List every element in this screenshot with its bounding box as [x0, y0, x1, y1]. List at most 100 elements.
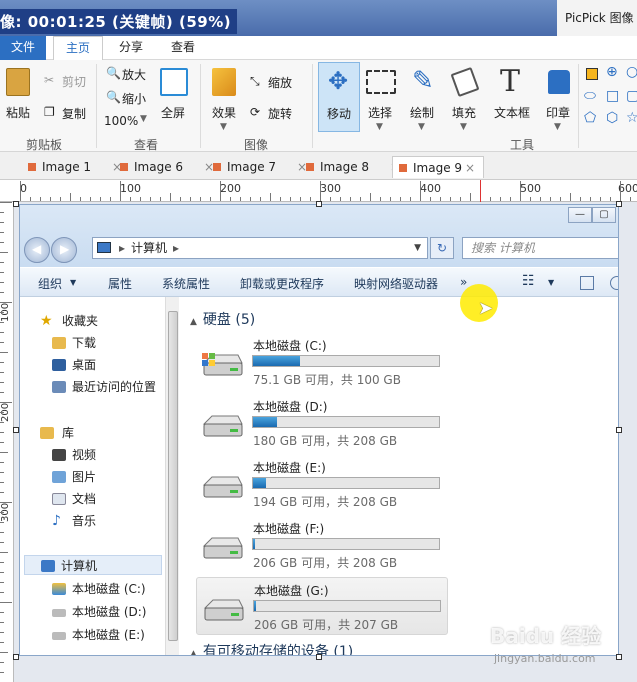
resize-handle[interactable]	[616, 654, 622, 660]
menu-home[interactable]: 主页	[53, 36, 103, 60]
preview-pane-icon[interactable]	[580, 276, 594, 290]
textbox-button[interactable]: 文本框	[494, 104, 530, 121]
more-button[interactable]: »	[460, 275, 467, 289]
nav-drive-d[interactable]: 本地磁盘 (D:)	[20, 602, 165, 622]
hard-drive-icon	[52, 632, 66, 640]
close-icon[interactable]: ×	[465, 157, 475, 179]
resize-handle[interactable]	[316, 654, 322, 660]
nav-computer[interactable]: 计算机	[24, 555, 162, 575]
organize-button[interactable]: 组织	[38, 275, 62, 292]
properties-button[interactable]: 属性	[108, 275, 132, 292]
ruler-tick	[0, 432, 4, 433]
drive-item[interactable]: 本地磁盘 (G:) 206 GB 可用，共 207 GB	[196, 577, 448, 635]
zoom-out-button[interactable]: 缩小	[122, 90, 146, 107]
resize-handle[interactable]	[316, 201, 322, 207]
desktop-icon	[52, 359, 66, 371]
tab-image-8[interactable]: Image 8×	[300, 156, 400, 178]
ellipse-shape-icon[interactable]: ⬭	[584, 88, 596, 104]
nav-music[interactable]: ♪ 音乐	[20, 511, 165, 531]
nav-videos[interactable]: 视频	[20, 445, 165, 465]
resize-handle[interactable]	[13, 427, 19, 433]
zoom-in-button[interactable]: 放大	[122, 66, 146, 83]
cut-button[interactable]: 剪切	[62, 73, 86, 90]
disk-usage-bar	[252, 538, 440, 550]
stamp-button[interactable]: 印章	[546, 104, 570, 121]
fill-button[interactable]: 填充	[452, 104, 476, 121]
menu-view[interactable]: 查看	[160, 36, 206, 60]
chevron-down-icon: ▼	[70, 278, 77, 287]
resize-handle[interactable]	[13, 654, 19, 660]
square-shape-icon[interactable]: □	[606, 88, 619, 104]
ruler-tick	[0, 212, 4, 213]
nav-scrollbar[interactable]	[165, 297, 179, 655]
removable-section-header[interactable]: ▲ 有可移动存储的设备 (1)	[190, 641, 353, 655]
circle-shape-icon[interactable]: ○	[626, 64, 637, 80]
nav-drive-e[interactable]: 本地磁盘 (E:)	[20, 625, 165, 645]
effects-button[interactable]: 效果	[212, 104, 236, 121]
plus-shape-icon[interactable]: ⊕	[606, 64, 618, 80]
fullscreen-button[interactable]: 全屏	[161, 104, 185, 121]
back-button[interactable]: ◀	[24, 237, 50, 263]
chevron-down-icon[interactable]: ▼	[414, 238, 421, 258]
help-icon[interactable]	[610, 276, 618, 290]
zoom-level[interactable]: 100%	[104, 114, 138, 128]
view-options-icon[interactable]: ☷	[522, 273, 535, 289]
select-button[interactable]: 选择	[368, 104, 392, 121]
nav-favorites[interactable]: ★ 收藏夹	[20, 311, 165, 331]
nav-downloads[interactable]: 下载	[20, 333, 165, 353]
nav-recent[interactable]: 最近访问的位置	[20, 377, 165, 397]
ruler-tick	[0, 202, 12, 203]
star-shape-icon[interactable]: ☆	[626, 110, 637, 126]
drive-item[interactable]: 本地磁盘 (C:) 75.1 GB 可用，共 100 GB	[196, 333, 448, 391]
resize-handle[interactable]	[616, 427, 622, 433]
nav-desktop[interactable]: 桌面	[20, 355, 165, 375]
chevron-down-icon: ▼	[220, 122, 227, 132]
hexagon-shape-icon[interactable]: ⬡	[606, 110, 618, 126]
search-input[interactable]: 搜索 计算机	[462, 237, 618, 259]
draw-button[interactable]: 绘制	[410, 104, 434, 121]
ruler-tick	[0, 632, 4, 633]
rounded-rect-shape-icon[interactable]: ▢	[626, 88, 637, 104]
maximize-icon[interactable]: ▢	[592, 207, 616, 223]
tab-image-9[interactable]: Image 9 ×	[392, 156, 484, 178]
paste-button[interactable]: 粘贴	[6, 104, 30, 121]
copy-button[interactable]: 复制	[62, 105, 86, 122]
drive-item[interactable]: 本地磁盘 (F:) 206 GB 可用，共 208 GB	[196, 516, 448, 574]
move-button[interactable]: ✥ 移动	[318, 62, 360, 132]
chevron-down-icon[interactable]: ▼	[548, 278, 554, 287]
ruler-tick	[0, 292, 4, 293]
command-bar: 组织 ▼ 属性 系统属性 卸载或更改程序 映射网络驱动器 » ☷ ▼	[20, 267, 618, 297]
tab-image-6[interactable]: Image 6 ×	[114, 156, 214, 178]
resize-handle[interactable]	[616, 201, 622, 207]
pentagon-shape-icon[interactable]: ⬠	[584, 110, 596, 126]
ruler-tick	[540, 197, 541, 201]
resize-button[interactable]: 缩放	[268, 74, 292, 91]
uninstall-button[interactable]: 卸载或更改程序	[240, 275, 324, 292]
nav-library[interactable]: 库	[20, 423, 165, 443]
menu-share[interactable]: 分享	[108, 36, 154, 60]
tab-image-7[interactable]: Image 7 ×	[207, 156, 307, 178]
scrollbar-thumb[interactable]	[168, 311, 178, 641]
drive-item[interactable]: 本地磁盘 (E:) 194 GB 可用，共 208 GB	[196, 455, 448, 513]
vertical-ruler: 100 200 300	[0, 202, 14, 682]
rectangle-shape-icon[interactable]	[586, 68, 598, 80]
nav-pictures[interactable]: 图片	[20, 467, 165, 487]
menu-file[interactable]: 文件	[0, 36, 46, 60]
rotate-button[interactable]: 旋转	[268, 105, 292, 122]
hdd-section-header[interactable]: ▲ 硬盘 (5)	[190, 309, 255, 329]
address-bar[interactable]: ▸ 计算机 ▸ ▼	[92, 237, 428, 259]
refresh-button[interactable]: ↻	[430, 237, 454, 259]
nav-drive-c[interactable]: 本地磁盘 (C:)	[20, 579, 165, 599]
tab-image-1[interactable]: Image 1 ×	[22, 156, 122, 178]
ruler-tick	[0, 242, 4, 243]
resize-handle[interactable]	[13, 201, 19, 207]
drive-item[interactable]: 本地磁盘 (D:) 180 GB 可用，共 208 GB	[196, 394, 448, 452]
map-drive-button[interactable]: 映射网络驱动器	[354, 275, 438, 292]
ruler-tick	[0, 282, 4, 283]
ruler-tick	[0, 262, 4, 263]
minimize-icon[interactable]: —	[568, 207, 592, 223]
nav-documents[interactable]: 文档	[20, 489, 165, 509]
forward-button[interactable]: ▶	[51, 237, 77, 263]
ruler-tick	[500, 197, 501, 201]
system-properties-button[interactable]: 系统属性	[162, 275, 210, 292]
